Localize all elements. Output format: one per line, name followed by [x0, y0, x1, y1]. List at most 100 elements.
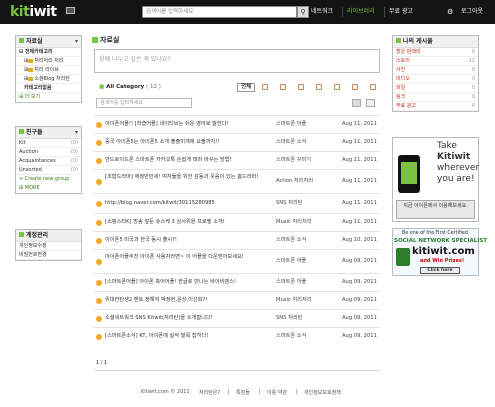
monitor-icon[interactable]	[66, 7, 75, 14]
change-password-link[interactable]: 비밀번호변경	[16, 251, 81, 260]
photo-filter-icon[interactable]	[298, 84, 304, 90]
story-icon	[96, 179, 102, 185]
materials-panel: 자료실 ▾ ⊟ 전체카테고리 ⊞ 처리처리 처리 ⊞ 처리 라이브 ⊞ 소셜Blog 처…	[15, 35, 82, 103]
memo-filter-icon[interactable]	[262, 84, 268, 90]
ad-filter-icon[interactable]	[370, 84, 376, 90]
click-here-button[interactable]: Click here	[420, 267, 460, 274]
filter-all-button[interactable]: 전체	[237, 83, 255, 92]
banner-brand: kitiwit.com	[412, 246, 475, 257]
story-icon	[96, 140, 102, 146]
nav-logout[interactable]: 로그아웃	[461, 6, 483, 18]
list-search-input[interactable]: 검색어를 입력하세요	[96, 98, 192, 108]
ad-headline: Take Kitiwit wherever you are!	[437, 141, 480, 184]
folder-icon	[19, 38, 24, 43]
account-panel: 계정관리 개인정보수정 비밀번호변경	[15, 229, 82, 261]
my-posts-item[interactable]: 파일 0	[393, 84, 478, 93]
my-posts-item[interactable]: 링크 0	[393, 93, 478, 102]
list-item[interactable]: [조합드라마] 애정만만세! 여자들을 위한 감동과 웃음이 있는 홈드라마! A…	[94, 169, 380, 193]
my-posts-item[interactable]: 할은 판매미 0	[393, 48, 478, 57]
list-item[interactable]: [스마트폰어플] 아이폰 축어어플! 한글로 만나는 바이비영스! 스마트폰 어플…	[94, 273, 380, 291]
search-button[interactable]: ⚲	[297, 6, 309, 18]
friend-group-item[interactable]: Acquaintances (0)	[16, 157, 81, 166]
list-item[interactable]: 위대한탄생2 멘토 정해져 박정현,윤상,이선희?! Music 처리처리 Aug …	[94, 291, 380, 309]
friends-more-button[interactable]: ⊞ MORE	[16, 184, 81, 193]
materials-more-button[interactable]: ⊞ 더 보기	[16, 93, 81, 102]
materials-header: 자료실 ▾	[16, 36, 81, 48]
list-item[interactable]: 소셜네트워크 SNS Kitwit(처리탄)을 소개합니다! SNS 처리탄 Aug…	[94, 309, 380, 327]
footer-link[interactable]: 처리탄은?	[199, 389, 220, 396]
friend-group-item[interactable]: Kit (0)	[16, 139, 81, 148]
story-icon	[96, 334, 102, 340]
footer-link[interactable]: 개인정보보호정책	[304, 389, 341, 396]
banner-line1: Be one of the First Certified	[402, 231, 468, 236]
list-item[interactable]: 안드로이드폰 스마트폰 카카오톡 손쉽게 태마 바꾸는 방법! 스마트폰 꾸미기 A…	[94, 151, 380, 169]
category-item[interactable]: ⊞ 처리처리 처리	[16, 57, 81, 66]
file-filter-icon[interactable]	[334, 84, 340, 90]
my-posts-panel: 나의 게시물 할은 판매미 0 스토리 12 사진 0 비디오 0 파일 0 링크 0 무료…	[392, 35, 479, 112]
divider	[94, 370, 380, 371]
search-input[interactable]: 검색어를 입력하세요	[142, 6, 297, 18]
arrow-down-icon[interactable]: ▾	[75, 36, 78, 48]
nav-free-ad[interactable]: 무료 광고	[389, 6, 413, 18]
folder-icon	[28, 58, 34, 63]
list-item[interactable]: [쇼핑스타K] 방송 앞둔 슈스케 3 심사위원 프로필 소개! Music 처리…	[94, 213, 380, 231]
category-item-all[interactable]: ⊟ 전체카테고리	[16, 48, 81, 57]
nav-network[interactable]: 네트워크	[311, 6, 333, 18]
folder-icon	[92, 37, 98, 43]
list-item[interactable]: [스마트폰소식] KT, 아이폰에 실적 발목 잡히다! 스마트폰 소식 Aug 0…	[94, 327, 380, 345]
list-view-icon[interactable]	[352, 99, 361, 107]
account-header: 계정관리	[16, 230, 81, 242]
kitiwit-logo[interactable]: kitiwit	[10, 4, 57, 20]
friend-group-item[interactable]: Auction (0)	[16, 148, 81, 157]
banner-line2: SOCIAL NETWORK SPECIALIST	[394, 238, 488, 244]
folder-icon	[28, 67, 34, 72]
video-filter-icon[interactable]	[316, 84, 322, 90]
create-group-link[interactable]: + Create new group	[16, 175, 81, 184]
list-item[interactable]: 아이폰어플추천 아이폰 사용자라면~ 이 어플을 다운받아보세요! 스마트폰 어플…	[94, 249, 380, 273]
post-input[interactable]: 함께 나누고 싶은 게 있나요?	[94, 49, 380, 73]
my-posts-item[interactable]: 비디오 0	[393, 75, 478, 84]
story-icon	[96, 158, 102, 164]
friends-panel: 친구들 ▾ Kit (0) Auction (0) Acquaintances (0) …	[15, 126, 82, 194]
link-filter-icon[interactable]	[352, 84, 358, 90]
category-item[interactable]: ⊞ 소셜Blog 처리탄	[16, 75, 81, 84]
pagination[interactable]: 1 / 1	[96, 360, 107, 366]
list-item[interactable]: 아이폰5 미국과 한국 동시 출시?! 스마트폰 소식 Aug 10, 2011	[94, 231, 380, 249]
post-list: 아이폰어플!! [학습어플] 네이티브는 쉬운 영어로 말한다! 스마트폰 어플 A…	[94, 115, 380, 345]
story-filter-icon[interactable]	[280, 84, 286, 90]
copyright: Kitiwit.com © 2011	[141, 389, 190, 395]
materials-title: 자료실	[26, 38, 43, 45]
try-iphone-button[interactable]: 지금 아이폰에서 이용해보세요.	[396, 200, 475, 219]
footer-link[interactable]: 특징들	[236, 389, 250, 396]
story-icon	[96, 280, 102, 286]
document-icon	[396, 38, 401, 43]
list-item[interactable]: 중국 아이폰5는 아이폰5 소개 출출미게에 요출까지!! 스마트폰 소식 Aug …	[94, 133, 380, 151]
story-icon	[96, 220, 102, 226]
mascot-icon	[396, 248, 410, 266]
list-item[interactable]: http://blog.naver.com/kitwit/30115280985…	[94, 193, 380, 213]
category-item-uncategorized[interactable]: 카테고리없음	[16, 84, 81, 93]
story-icon	[96, 122, 102, 128]
my-posts-item[interactable]: 사진 0	[393, 66, 478, 75]
footer-link[interactable]: 이용 약관	[267, 389, 287, 396]
friends-header: 친구들 ▾	[16, 127, 81, 139]
grid-view-icon[interactable]	[366, 99, 375, 107]
phone-screen	[401, 162, 417, 184]
arrow-down-icon[interactable]: ▾	[75, 127, 78, 139]
my-posts-item[interactable]: 스토리 12	[393, 57, 478, 66]
my-posts-item[interactable]: 무료 광고 0	[393, 102, 478, 111]
category-item[interactable]: ⊞ 처리 라이브	[16, 66, 81, 75]
nav-divider	[342, 7, 343, 17]
edit-profile-link[interactable]: 개인정보수정	[16, 242, 81, 251]
story-icon	[96, 238, 102, 244]
story-icon	[96, 259, 102, 265]
link-icon	[96, 201, 102, 207]
list-item[interactable]: 아이폰어플!! [학습어플] 네이티브는 쉬운 영어로 말한다! 스마트폰 어플 A…	[94, 115, 380, 133]
friend-group-item[interactable]: Unsorted (0)	[16, 166, 81, 175]
page-title: 자료실	[92, 35, 119, 45]
gear-icon[interactable]: ⚙	[447, 6, 453, 18]
nav-library[interactable]: 라이브러리	[347, 6, 375, 18]
account-icon	[19, 232, 24, 237]
category-selector[interactable]: ■ All Category ( 12 )	[99, 84, 161, 90]
my-posts-header: 나의 게시물	[393, 36, 478, 48]
